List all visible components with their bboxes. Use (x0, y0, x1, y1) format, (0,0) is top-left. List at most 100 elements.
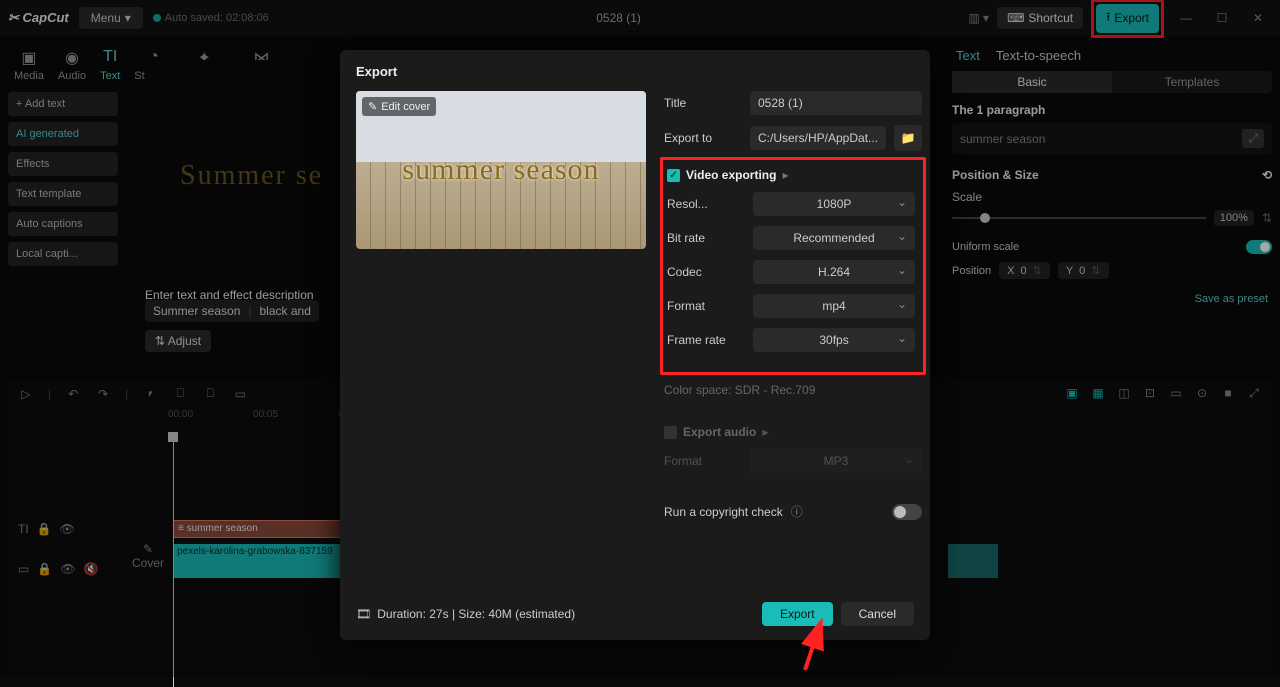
tl-expand-icon[interactable]: ⤢ (1246, 386, 1262, 401)
tab-text[interactable]: TIText (100, 48, 120, 82)
uniform-scale-toggle[interactable] (1246, 240, 1272, 254)
resolution-dropdown[interactable]: 1080P (753, 192, 915, 216)
delete-icon[interactable]: ▭ (232, 387, 248, 401)
audio-format-label: Format (664, 454, 742, 468)
stepper-icon[interactable]: ⇅ (1262, 211, 1272, 225)
trim-right-icon[interactable]: ⎕ (202, 386, 218, 401)
position-label: Position (952, 265, 991, 277)
track1-controls[interactable]: TI 🔒 👁 (18, 522, 75, 536)
shortcut-button[interactable]: ⌨Shortcut (997, 7, 1083, 29)
format-dropdown[interactable]: mp4 (753, 294, 915, 318)
browse-folder-button[interactable]: 📁 (894, 125, 922, 151)
tl-icon-c[interactable]: ◫ (1116, 386, 1132, 401)
text-track-icon: TI (18, 522, 29, 536)
tab-text-label: Text (100, 70, 120, 82)
edit-cover-label: Edit cover (381, 101, 430, 113)
dialog-export-button[interactable]: Export (762, 602, 833, 626)
slider-thumb[interactable] (980, 213, 990, 223)
framerate-label: Frame rate (667, 333, 745, 347)
tl-icon-a[interactable]: ▣ (1064, 386, 1080, 401)
duration-text: Duration: 27s | Size: 40M (estimated) (377, 607, 575, 621)
title-input[interactable]: 0528 (1) (750, 91, 922, 115)
adjust-button[interactable]: ⇅ Adjust (145, 330, 211, 352)
lock-icon[interactable]: 🔒 (37, 562, 52, 576)
save-preset-button[interactable]: Save as preset (952, 289, 1272, 309)
right-tab-text[interactable]: Text (956, 48, 980, 63)
dialog-cancel-button[interactable]: Cancel (841, 602, 914, 626)
tl-icon-g[interactable]: ■ (1220, 386, 1236, 401)
copyright-label: Run a copyright check (664, 505, 783, 519)
mute-icon[interactable]: 🔇 (84, 562, 99, 576)
cover-label: Cover (132, 556, 164, 570)
subtab-templates[interactable]: Templates (1112, 71, 1272, 93)
playhead[interactable] (173, 437, 174, 687)
shortcut-label: Shortcut (1028, 11, 1073, 25)
lock-icon[interactable]: 🔒 (37, 522, 52, 536)
tl-icon-e[interactable]: ▭ (1168, 386, 1184, 401)
y-value: 0 (1079, 265, 1085, 277)
right-tab-tts[interactable]: Text-to-speech (996, 48, 1081, 63)
expand-icon[interactable]: ⤢ (1242, 129, 1264, 148)
trim-left-icon[interactable]: ⎕ (172, 386, 188, 401)
preview-text: Summer se (180, 160, 323, 192)
sidebar-add-text[interactable]: + Add text (8, 92, 118, 116)
codec-label: Codec (667, 265, 745, 279)
far-clip[interactable] (948, 544, 998, 578)
media-icon: ▣ (21, 48, 36, 68)
track2-controls[interactable]: ▭🔒👁🔇 (18, 562, 98, 576)
video-clip[interactable]: pexels-karolina-grabowska-837159 (173, 544, 343, 578)
tl-icon-f[interactable]: ⊙ (1194, 386, 1210, 401)
video-export-checkbox[interactable]: ✓ (667, 169, 680, 182)
tl-icon-d[interactable]: ⊡ (1142, 386, 1158, 401)
codec-dropdown[interactable]: H.264 (753, 260, 915, 284)
bitrate-label: Bit rate (667, 231, 745, 245)
close-icon[interactable]: ✕ (1244, 11, 1272, 25)
text-input[interactable]: summer season⤢ (952, 123, 1272, 154)
pos-y-input[interactable]: Y0⇅ (1058, 262, 1109, 279)
redo-icon[interactable]: ↷ (95, 387, 111, 401)
undo-icon[interactable]: ↶ (65, 387, 81, 401)
menu-button[interactable]: Menu▾ (79, 7, 143, 29)
reset-icon[interactable]: ⟲ (1262, 168, 1272, 182)
color-space-info: Color space: SDR - Rec.709 (664, 383, 922, 397)
pointer-tool-icon[interactable]: ▷ (18, 387, 34, 401)
sidebar-ai-generated[interactable]: AI generated (8, 122, 118, 146)
chevron-down-icon: ▾ (125, 11, 131, 25)
layout-icon[interactable]: ▥ ▾ (968, 11, 989, 25)
sidebar-auto-captions[interactable]: Auto captions (8, 212, 118, 236)
export-button-top[interactable]: ⭱Export (1096, 4, 1159, 33)
tab-audio[interactable]: ◉Audio (58, 48, 86, 82)
autosave-dot-icon (153, 14, 161, 22)
audio-export-checkbox[interactable]: ✓ (664, 426, 677, 439)
autosave-text: Auto saved: 02:08:06 (165, 12, 269, 24)
export-path-input[interactable]: C:/Users/HP/AppDat... (750, 126, 886, 150)
cover-button[interactable]: ✎Cover (128, 542, 168, 570)
tag2: black and (260, 304, 311, 318)
edit-cover-button[interactable]: ✎Edit cover (362, 97, 436, 116)
pos-x-input[interactable]: X0⇅ (999, 262, 1050, 279)
format-label: Format (667, 299, 745, 313)
project-title: 0528 (1) (279, 11, 959, 25)
bitrate-dropdown[interactable]: Recommended (753, 226, 915, 250)
info-icon[interactable]: ⓘ (791, 503, 803, 520)
tab-media[interactable]: ▣Media (14, 48, 44, 82)
sidebar-effects[interactable]: Effects (8, 152, 118, 176)
text-clip[interactable]: ≡ summer season (173, 520, 343, 538)
tl-icon-b[interactable]: ▦ (1090, 386, 1106, 401)
sidebar-text-template[interactable]: Text template (8, 182, 118, 206)
cover-preview-image: summer season ✎Edit cover (356, 91, 646, 249)
framerate-dropdown[interactable]: 30fps (753, 328, 915, 352)
maximize-icon[interactable]: ☐ (1208, 11, 1236, 25)
description-tags[interactable]: Summer season|black and (145, 300, 319, 322)
autosave-status: Auto saved: 02:08:06 (153, 12, 269, 24)
split-icon[interactable]: ⎖ (142, 386, 158, 401)
eye-icon[interactable]: 👁 (60, 522, 75, 536)
minimize-icon[interactable]: — (1172, 11, 1200, 25)
copyright-toggle[interactable] (892, 504, 922, 520)
scale-value[interactable]: 100% (1214, 210, 1254, 226)
scale-slider[interactable] (952, 217, 1206, 219)
eye-icon[interactable]: 👁 (60, 562, 75, 576)
sidebar-local-captions[interactable]: Local capti... (8, 242, 118, 266)
subtab-basic[interactable]: Basic (952, 71, 1112, 93)
audio-icon: ◉ (65, 48, 79, 68)
